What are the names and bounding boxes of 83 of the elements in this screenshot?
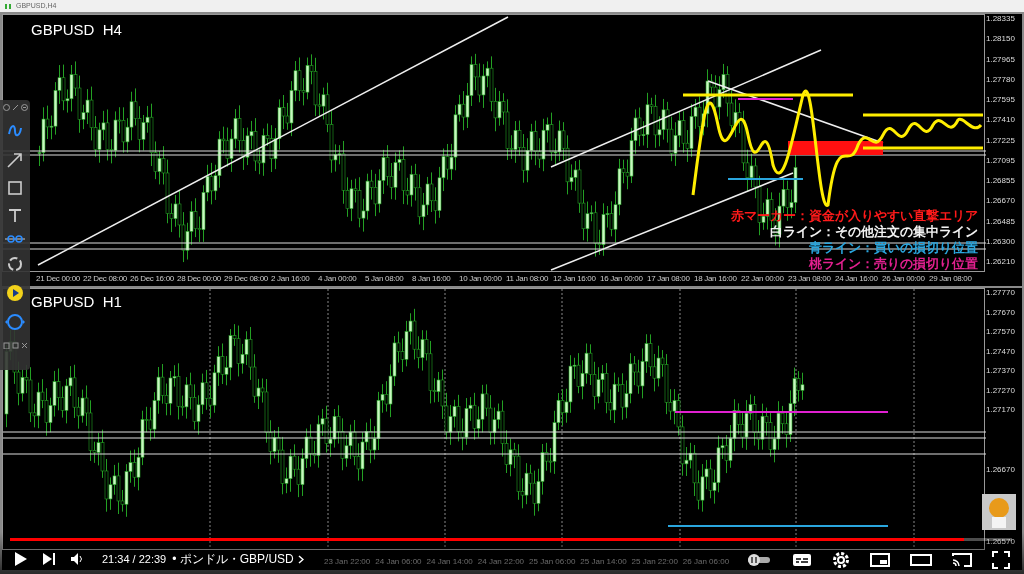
- time-label: 29 Jan 08:00: [929, 273, 973, 285]
- price-label: 1.27170: [986, 405, 1016, 414]
- price-label: 1.26300: [986, 236, 1016, 246]
- volume-icon[interactable]: [70, 552, 84, 566]
- time-label: 24 Jan 16:00: [835, 273, 879, 285]
- mascot-drawing: [982, 494, 1016, 530]
- price-label: 1.26570: [986, 537, 1016, 546]
- price-label: 1.27095: [986, 155, 1016, 165]
- time-label: 10 Jan 00:00: [459, 273, 503, 285]
- time-label: 17 Jan 08:00: [647, 273, 691, 285]
- time-label: 28 Dec 00:00: [177, 273, 222, 285]
- time-label: 25 Jan 22:00: [631, 556, 678, 568]
- theater-mode-icon[interactable]: [910, 552, 932, 568]
- play-circle-icon[interactable]: [6, 284, 24, 302]
- time-label: 24 Jan 06:00: [375, 556, 422, 568]
- time-label: 8 Jan 16:00: [412, 273, 452, 285]
- cast-icon[interactable]: [952, 552, 972, 568]
- fullscreen-icon[interactable]: [992, 551, 1010, 569]
- minus-circle-icon[interactable]: [20, 104, 28, 111]
- time-label: 18 Jan 16:00: [694, 273, 738, 285]
- circle-arrows-icon[interactable]: [4, 313, 26, 331]
- next-icon[interactable]: [42, 552, 56, 566]
- chart-icon: [4, 2, 12, 10]
- price-label: 1.26485: [986, 216, 1016, 226]
- price-label: 1.27225: [986, 135, 1016, 145]
- play-icon[interactable]: [14, 551, 28, 567]
- time-label: 21 Dec 00:00: [36, 273, 81, 285]
- price-label: 1.26855: [986, 176, 1016, 185]
- stop-line: [737, 98, 794, 100]
- time-label: 26 Dec 16:00: [130, 273, 175, 285]
- time-label: 29 Dec 08:00: [224, 273, 269, 285]
- chart-title: GBPUSD H1: [31, 292, 122, 312]
- time-label: 23 Jan 08:00: [788, 273, 832, 285]
- price-label: 1.27770: [986, 288, 1016, 297]
- time-display: 21:34 / 22:39: [102, 551, 167, 567]
- time-label: 16 Jan 00:00: [600, 273, 644, 285]
- price-label: 1.27570: [986, 327, 1016, 336]
- legend-text: 青ライン：買いの損切り位置: [809, 240, 978, 256]
- arrow-icon[interactable]: [6, 151, 24, 169]
- subtitles-icon[interactable]: [792, 552, 812, 568]
- settings-icon[interactable]: [832, 551, 850, 569]
- price-label: 1.26670: [986, 196, 1016, 206]
- legend-text: 桃ライン：売りの損切り位置: [809, 256, 978, 272]
- time-label: 11 Jan 08:00: [506, 273, 550, 285]
- price-label: 1.27595: [986, 95, 1016, 104]
- line-points-icon[interactable]: [5, 234, 25, 244]
- rotate-icon[interactable]: [6, 255, 24, 273]
- time-label: 25 Jan 06:00: [529, 556, 576, 568]
- price-label: 1.27410: [986, 115, 1016, 125]
- time-label: 2 Jan 16:00: [271, 273, 311, 285]
- miniplayer-icon[interactable]: [870, 552, 890, 568]
- time-label: 22 Jan 00:00: [741, 273, 785, 285]
- chapter-button[interactable]: • ポンドル・GBP/USD: [172, 550, 304, 568]
- price-label: 1.27470: [986, 346, 1016, 356]
- time-label: 26 Jan 00:00: [882, 273, 926, 285]
- pin-icon[interactable]: [11, 104, 19, 111]
- price-label: 1.28335: [986, 14, 1016, 23]
- time-label: 24 Jan 22:00: [477, 556, 525, 568]
- autoplay-toggle-icon[interactable]: [746, 553, 772, 567]
- price-label: 1.27270: [986, 385, 1016, 395]
- legend-text: 白ライン：その他注文の集中ライン: [770, 224, 978, 240]
- time-label: 23 Jan 22:00: [324, 556, 371, 568]
- chart-title: GBPUSD H4: [31, 20, 122, 40]
- rectangle-icon[interactable]: [7, 180, 23, 196]
- time-label: 26 Jan 06:00: [682, 556, 730, 568]
- time-label: 24 Jan 14:00: [426, 556, 473, 568]
- price-label: 1.28150: [986, 34, 1016, 44]
- price-label: 1.27370: [986, 366, 1016, 375]
- time-label: 25 Jan 14:00: [580, 556, 627, 568]
- chevron-icon: [297, 554, 304, 564]
- time-label: 12 Jan 16:00: [553, 273, 597, 285]
- time-label: 4 Jan 00:00: [318, 273, 358, 285]
- trash-icon[interactable]: [2, 342, 10, 349]
- price-label: 1.27780: [986, 74, 1016, 84]
- price-label: 1.26670: [986, 464, 1016, 474]
- price-label: 1.27965: [986, 54, 1016, 64]
- text-tool-icon[interactable]: [7, 207, 23, 223]
- time-label: 22 Dec 08:00: [83, 273, 128, 285]
- close-icon[interactable]: [20, 342, 28, 349]
- price-label: 1.26210: [986, 257, 1016, 266]
- target-icon[interactable]: [2, 104, 10, 111]
- price-label: 1.27670: [986, 307, 1016, 317]
- time-label: 5 Jan 08:00: [365, 273, 405, 285]
